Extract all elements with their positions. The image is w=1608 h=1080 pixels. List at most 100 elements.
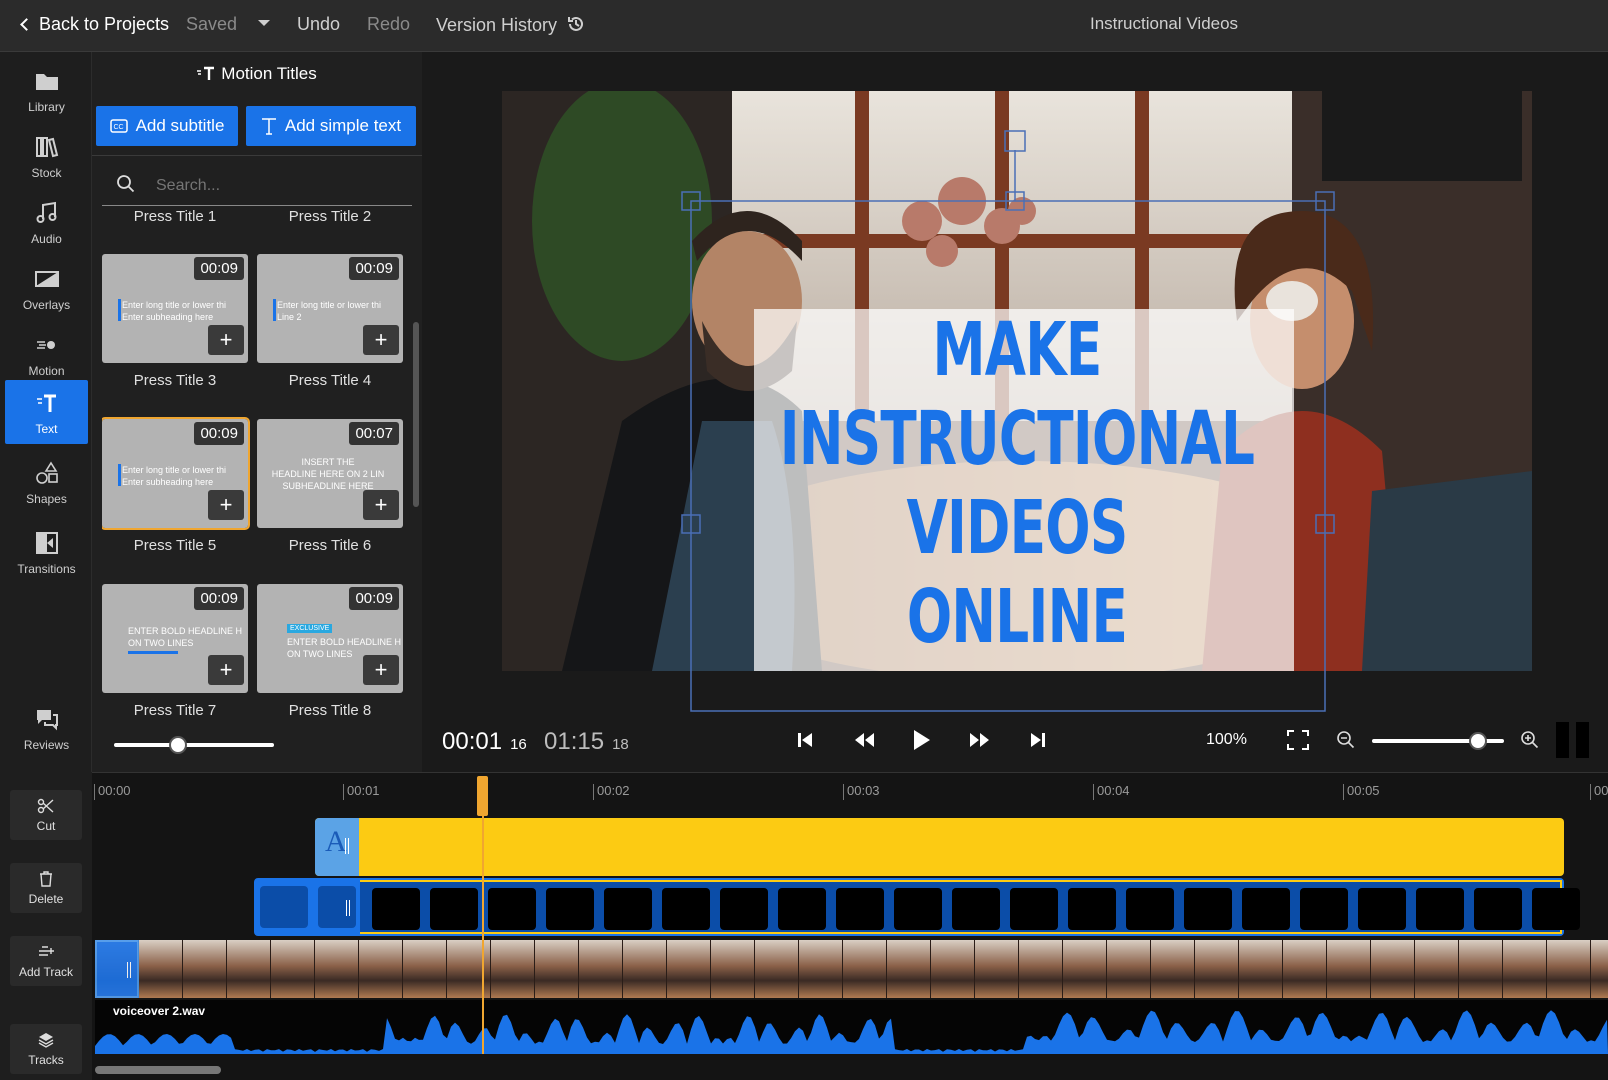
clip-start-handle[interactable]: A (315, 818, 359, 876)
left-nav: Library Stock Audio Overlays Motion Text… (0, 52, 92, 772)
add-template-button[interactable]: + (208, 655, 244, 685)
redo-button[interactable]: Redo (367, 14, 410, 35)
clip-frame (778, 888, 826, 930)
video-thumbnail (1107, 940, 1151, 998)
timeline-scrollbar[interactable] (95, 1066, 221, 1074)
selection-frame[interactable] (660, 120, 1360, 720)
template-thumbnail[interactable]: 00:09 Enter long title or lower thi Line … (257, 254, 403, 363)
version-history-button[interactable]: Version History (436, 14, 586, 36)
animation-clip[interactable] (254, 878, 1580, 936)
add-template-button[interactable]: + (363, 655, 399, 685)
template-list: Press Title 1 Press Title 2 00:09 Enter … (102, 208, 404, 758)
nav-motion[interactable]: Motion (5, 322, 88, 386)
template-thumbnail-selected[interactable]: 00:09 Enter long title or lower thi Enter… (102, 417, 250, 530)
video-thumbnail (447, 940, 491, 998)
video-thumbnail (1371, 940, 1415, 998)
nav-audio[interactable]: Audio (5, 190, 88, 254)
clip-frame (488, 888, 536, 930)
add-subtitle-button[interactable]: CC Add subtitle (96, 106, 238, 146)
panel-scrollbar[interactable] (413, 322, 419, 507)
video-thumbnail (931, 940, 975, 998)
cut-button[interactable]: Cut (10, 790, 82, 840)
undo-button[interactable]: Undo (297, 14, 340, 35)
clip-frame (604, 888, 652, 930)
zoom-out-icon[interactable] (1336, 730, 1356, 750)
search-box[interactable] (102, 166, 412, 206)
clip-frame (1184, 888, 1232, 930)
duration-badge: 00:09 (194, 422, 244, 445)
clip-start-handle[interactable] (256, 880, 360, 934)
add-template-button[interactable]: + (208, 325, 244, 355)
thumbnail-size-slider[interactable] (114, 736, 274, 754)
text-icon (197, 66, 215, 80)
nav-text[interactable]: Text (5, 380, 88, 444)
fast-forward-icon[interactable] (968, 730, 992, 750)
skip-to-end-icon[interactable] (1028, 730, 1048, 750)
video-thumbnail (799, 940, 843, 998)
video-thumbnail (315, 940, 359, 998)
search-input[interactable] (156, 174, 396, 198)
folder-icon (35, 74, 58, 90)
clip-frame (836, 888, 884, 930)
nav-overlays[interactable]: Overlays (5, 256, 88, 320)
add-template-button[interactable]: + (363, 490, 399, 520)
text-clip[interactable]: A (315, 818, 1564, 876)
video-thumbnail (887, 940, 931, 998)
template-caption: Press Title 5 (133, 537, 217, 554)
clip-frame (1358, 888, 1406, 930)
back-to-projects-link[interactable]: Back to Projects (20, 14, 169, 35)
nav-library[interactable]: Library (5, 58, 88, 122)
save-menu-caret-icon[interactable] (258, 20, 270, 26)
layers-icon (38, 1033, 54, 1048)
trash-icon (40, 871, 52, 887)
text-clip-icon: A (325, 825, 347, 858)
add-template-button[interactable]: + (208, 490, 244, 520)
video-thumbnail (1503, 940, 1547, 998)
search-icon (117, 175, 135, 193)
template-thumbnail[interactable]: 00:09 ENTER BOLD HEADLINE H ON TWO LINES … (102, 584, 248, 693)
thumbnail-preview-text: INSERT THE HEADLINE HERE ON 2 LIN SUBHEADL… (271, 457, 385, 491)
clip-frame (1532, 888, 1580, 930)
zoom-in-icon[interactable] (1520, 730, 1540, 750)
template-thumbnail[interactable]: 00:07 INSERT THE HEADLINE HERE ON 2 LIN SU… (257, 419, 403, 528)
nav-stock[interactable]: Stock (5, 124, 88, 188)
scissors-icon (37, 798, 54, 814)
template-thumbnail[interactable]: 00:09 EXCLUSIVE ENTER BOLD HEADLINE H ON … (257, 584, 403, 693)
video-thumbnail (1415, 940, 1459, 998)
fullscreen-icon[interactable] (1286, 729, 1310, 751)
zoom-level[interactable]: 100% (1206, 731, 1247, 749)
video-track[interactable] (95, 940, 1608, 998)
add-template-button[interactable]: + (363, 325, 399, 355)
accent-bar (273, 299, 276, 321)
video-thumbnail (1019, 940, 1063, 998)
video-thumbnail (1195, 940, 1239, 998)
template-caption: Press Title 2 (288, 208, 372, 225)
audio-track[interactable]: voiceover 2.wav (95, 1000, 1608, 1054)
play-icon[interactable] (910, 728, 932, 752)
video-thumbnail (667, 940, 711, 998)
slider-knob[interactable] (169, 736, 187, 754)
video-thumbnail (1547, 940, 1591, 998)
video-thumbnail (403, 940, 447, 998)
nav-shapes[interactable]: Shapes (5, 450, 88, 514)
slider-knob[interactable] (1468, 732, 1487, 750)
rewind-icon[interactable] (852, 730, 876, 750)
clip-frame (1010, 888, 1058, 930)
tracks-button[interactable]: Tracks (10, 1024, 82, 1074)
clip-frame (1416, 888, 1464, 930)
template-thumbnail[interactable]: 00:09 Enter long title or lower thi Enter… (102, 254, 248, 363)
add-simple-text-button[interactable]: Add simple text (246, 106, 416, 146)
zoom-slider[interactable] (1372, 732, 1504, 750)
time-tick: 00:03 (843, 784, 880, 800)
video-thumbnail (579, 940, 623, 998)
delete-button[interactable]: Delete (10, 863, 82, 913)
add-track-button[interactable]: Add Track (10, 936, 82, 986)
clip-frame (662, 888, 710, 930)
pause-icon[interactable] (1556, 722, 1592, 758)
nav-reviews[interactable]: Reviews (5, 696, 88, 760)
accent-underline (128, 651, 178, 654)
clip-start-handle[interactable] (95, 940, 139, 998)
video-thumbnail (139, 940, 183, 998)
nav-transitions[interactable]: Transitions (5, 520, 88, 584)
skip-to-start-icon[interactable] (795, 730, 815, 750)
